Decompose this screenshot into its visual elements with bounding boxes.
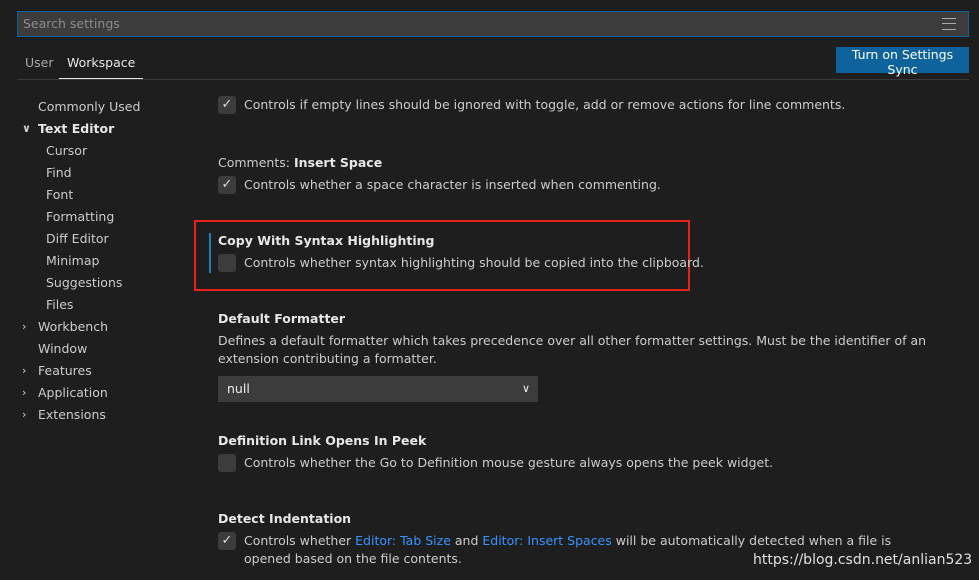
setting-title: Comments: Insert Space [218,155,938,170]
search-input[interactable]: Search settings [17,11,969,37]
toc-files[interactable]: Files [0,294,140,316]
chevron-right-icon: › [22,364,27,377]
setting-title: Detect Indentation [218,511,352,526]
settings-sync-button[interactable]: Turn on Settings Sync [836,47,969,77]
toc-label: Extensions [38,407,106,422]
toc-commonly-used[interactable]: Commonly Used [0,96,140,118]
setting-title: Copy With Syntax Highlighting [218,233,435,248]
checkbox-checked[interactable]: ✓ [218,176,236,194]
toc-find[interactable]: Find [0,162,140,184]
chevron-right-icon: › [22,386,27,399]
desc-text: and [450,533,483,548]
chevron-right-icon: › [22,408,27,421]
checkbox-unchecked[interactable] [218,254,236,272]
settings-toc: Commonly Used ∨ Text Editor Cursor Find F… [0,96,140,426]
setting-default-formatter: Default Formatter Defines a default form… [218,311,938,402]
setting-ignore-empty-lines: ✓ Controls if empty lines should be ignor… [218,96,938,114]
toc-suggestions[interactable]: Suggestions [0,272,140,294]
setting-name: Insert Space [293,155,383,170]
insert-spaces-link[interactable]: Editor: Insert Spaces [482,533,611,548]
setting-copy-syntax-highlighting: Copy With Syntax Highlighting Controls w… [218,233,938,272]
toc-text-editor[interactable]: ∨ Text Editor [0,118,140,140]
toc-application[interactable]: › Application [0,382,140,404]
default-formatter-select[interactable]: null ∨ [218,376,538,402]
checkbox-checked[interactable]: ✓ [218,532,236,550]
toc-label: Workbench [38,319,108,334]
setting-definition-link-peek: Definition Link Opens In Peek Controls w… [218,433,938,472]
setting-desc: Controls whether syntax highlighting sho… [244,255,704,270]
filter-icon[interactable] [942,18,956,30]
search-placeholder: Search settings [23,16,120,31]
chevron-down-icon: ∨ [22,122,31,135]
setting-desc: Controls whether a space character is in… [244,177,661,192]
toc-cursor[interactable]: Cursor [0,140,140,162]
toc-label: Text Editor [38,121,115,136]
toc-workbench[interactable]: › Workbench [0,316,140,338]
toc-label: Application [38,385,108,400]
checkbox-unchecked[interactable] [218,454,236,472]
checkbox-checked[interactable]: ✓ [218,96,236,114]
tab-workspace[interactable]: Workspace [59,55,144,79]
toc-extensions[interactable]: › Extensions [0,404,140,426]
setting-desc: Controls if empty lines should be ignore… [244,97,846,112]
setting-category: Comments: [218,155,294,170]
setting-title: Default Formatter [218,311,346,326]
toc-label: Features [38,363,92,378]
desc-text: Controls whether [244,533,356,548]
toc-minimap[interactable]: Minimap [0,250,140,272]
chevron-right-icon: › [22,320,27,333]
tab-size-link[interactable]: Editor: Tab Size [355,533,451,548]
setting-desc: Controls whether the Go to Definition mo… [244,455,774,470]
select-value: null [227,381,250,396]
watermark: https://blog.csdn.net/anlian523 [753,552,973,568]
tab-user[interactable]: User [25,55,54,70]
chevron-down-icon: ∨ [521,382,530,395]
focus-indicator [209,233,211,273]
toc-features[interactable]: › Features [0,360,140,382]
toc-font[interactable]: Font [0,184,140,206]
toc-window[interactable]: Window [0,338,140,360]
setting-title: Definition Link Opens In Peek [218,433,427,448]
toc-formatting[interactable]: Formatting [0,206,140,228]
setting-desc: Defines a default formatter which takes … [218,333,927,366]
tab-divider [17,79,969,80]
setting-insert-space: Comments: Insert Space ✓ Controls whether… [218,155,938,194]
toc-diff-editor[interactable]: Diff Editor [0,228,140,250]
